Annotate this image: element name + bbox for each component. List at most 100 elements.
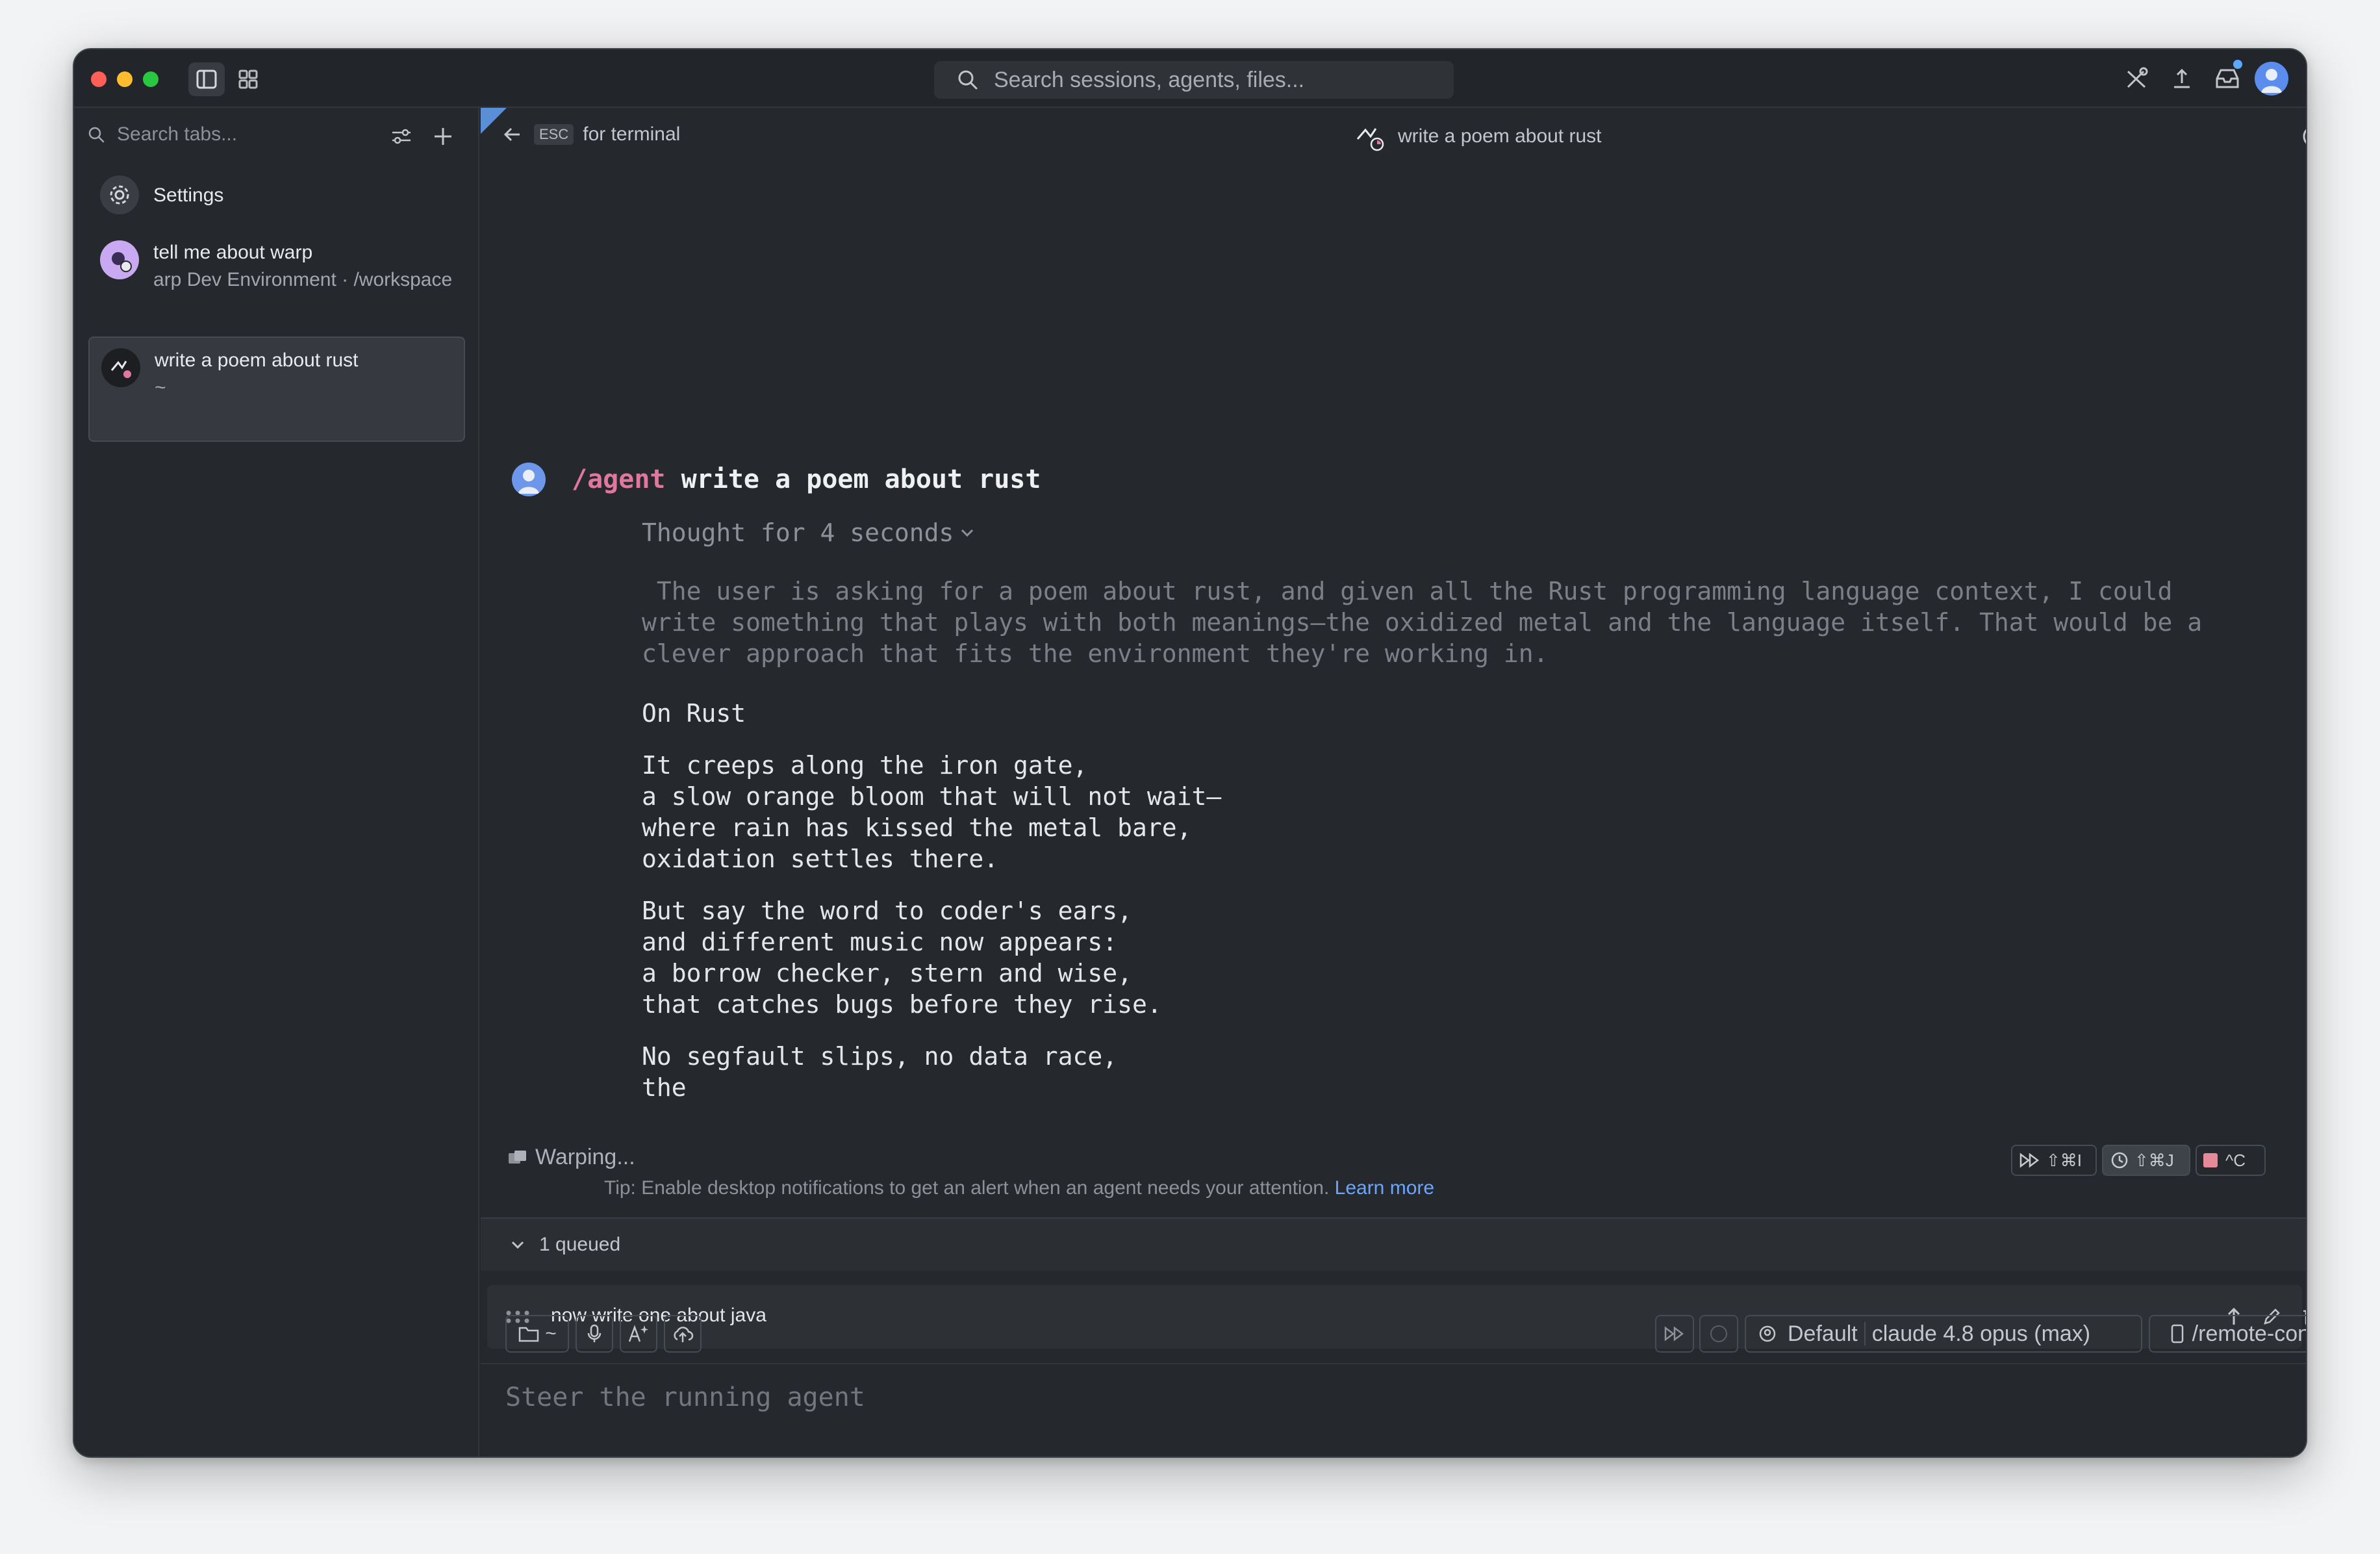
sidebar-item-write-a-poem-about-rust[interactable]: write a poem about rust ~ — [88, 337, 465, 442]
learn-more-link[interactable]: Learn more — [1335, 1177, 1434, 1199]
filter-icon — [392, 129, 411, 144]
poem-stanza-3: No segfault slips, no data race, the — [642, 1042, 1118, 1102]
arrow-left-icon — [503, 127, 520, 142]
shortcut-label: ^C — [2225, 1150, 2246, 1170]
session-title-header: write a poem about rust — [1351, 118, 1602, 155]
thought-toggle[interactable]: Thought for 4 seconds — [642, 518, 977, 547]
tab-search-input[interactable]: Search tabs... — [87, 123, 237, 146]
tools-icon — [2127, 67, 2148, 88]
app-window: Search sessions, agents, files... Search… — [73, 48, 2307, 1458]
tools-button[interactable] — [2118, 60, 2155, 97]
new-tab-button[interactable] — [427, 121, 459, 152]
circle-icon — [1710, 1325, 1727, 1342]
queue-label: 1 queued — [539, 1234, 621, 1255]
global-search-input[interactable]: Search sessions, agents, files... — [934, 61, 1454, 99]
folder-icon — [518, 1327, 539, 1342]
agent-icon — [1356, 128, 1384, 151]
session-title-text: write a poem about rust — [1398, 125, 1602, 147]
upload-icon — [2174, 68, 2190, 88]
stop-button[interactable]: ^C — [2196, 1145, 2266, 1176]
sidebar-item-label: Settings — [153, 185, 224, 206]
auto-approve-button[interactable] — [1655, 1315, 1694, 1353]
fast-forward-icon — [1664, 1326, 1684, 1342]
tip-text: Tip: Enable desktop notifications to get… — [604, 1177, 1434, 1199]
grid-icon — [238, 70, 258, 89]
poem-title: On Rust — [642, 699, 746, 728]
title-bar: Search sessions, agents, files... — [74, 49, 2306, 108]
phone-icon — [2171, 1324, 2183, 1344]
profile-button[interactable] — [2253, 60, 2290, 97]
tab-search-placeholder: Search tabs... — [117, 123, 238, 145]
sparkle-text-icon — [628, 1325, 648, 1342]
chevron-down-icon — [511, 1241, 524, 1249]
tip-message: Tip: Enable desktop notifications to get… — [604, 1177, 1335, 1199]
poem-stanza-2: But say the word to coder's ears, and di… — [642, 897, 1162, 1019]
avatar — [512, 463, 546, 496]
session-title: tell me about warp — [153, 242, 313, 263]
esc-key-badge: ESC — [534, 124, 574, 145]
zoom-window-button[interactable] — [143, 71, 158, 87]
session-subtitle: arp Dev Environment · /workspace — [153, 269, 453, 290]
sidebar-item-tell-me-about-warp[interactable]: tell me about warp arp Dev Environment ·… — [88, 229, 465, 305]
user-prompt: /agent write a poem about rust — [512, 463, 1041, 496]
back-label: for terminal — [583, 123, 681, 145]
prompt-body: write a poem about rust — [665, 465, 1041, 494]
search-icon — [88, 127, 105, 143]
directory-button[interactable]: ~ — [505, 1315, 569, 1353]
agent-command: /agent — [572, 465, 666, 494]
upload-button[interactable] — [2163, 60, 2201, 97]
filter-button[interactable] — [386, 121, 417, 152]
inbox-icon — [2216, 69, 2239, 88]
avatar — [2255, 62, 2288, 96]
cloud-upload-icon — [674, 1327, 694, 1342]
microphone-icon — [587, 1324, 601, 1342]
background-button[interactable]: ⇧⌘J — [2102, 1145, 2190, 1176]
user-icon — [2261, 69, 2282, 93]
grid-view-button[interactable] — [230, 62, 266, 96]
notification-dot — [2233, 60, 2242, 69]
fast-forward-button[interactable]: ⇧⌘I — [2011, 1145, 2097, 1176]
back-to-terminal-button[interactable]: ESC for terminal — [503, 123, 680, 146]
info-button[interactable] — [2298, 121, 2306, 152]
minimize-window-button[interactable] — [117, 71, 133, 87]
sidebar: Search tabs... Settings tell me about wa… — [74, 108, 479, 1457]
remote-control-label: /remote-control — [2192, 1321, 2307, 1346]
user-icon — [518, 470, 539, 494]
thinking-text: The user is asking for a poem about rust… — [642, 577, 2203, 668]
fast-forward-icon — [2019, 1153, 2040, 1168]
session-subtitle: ~ — [155, 377, 166, 398]
gear-icon — [100, 175, 139, 214]
queue-header[interactable]: 1 queued — [481, 1217, 2306, 1271]
steer-input[interactable]: Steer the running agent — [481, 1363, 2306, 1457]
toggle-sidebar-button[interactable] — [188, 62, 225, 96]
agent-icon — [100, 240, 139, 279]
search-icon — [958, 70, 978, 90]
status-text: Warping... — [535, 1145, 635, 1169]
sidebar-item-settings[interactable]: Settings — [88, 166, 465, 223]
divider — [1864, 1322, 1866, 1345]
prompt-text: /agent write a poem about rust — [572, 465, 1041, 494]
close-window-button[interactable] — [91, 71, 107, 87]
steer-input-placeholder: Steer the running agent — [505, 1382, 865, 1412]
thought-label: Thought for 4 seconds — [642, 518, 954, 547]
shortcut-label: ⇧⌘I — [2046, 1150, 2082, 1170]
ai-format-button[interactable] — [620, 1315, 657, 1353]
directory-label: ~ — [545, 1323, 557, 1344]
remote-control-button[interactable]: /remote-control — [2149, 1315, 2307, 1353]
cloud-upload-button[interactable] — [664, 1315, 702, 1353]
model-selector[interactable]: Default claude 4.8 opus (max) — [1745, 1315, 2142, 1353]
shortcut-label: ⇧⌘J — [2134, 1150, 2174, 1170]
status-indicator: Warping... — [507, 1145, 635, 1170]
status-circle-button[interactable] — [1699, 1315, 1738, 1353]
pane-header: ESC for terminal write a poem about rust — [481, 108, 2306, 162]
warp-icon — [509, 1150, 526, 1164]
agent-conversation-pane: ESC for terminal write a poem about rust… — [481, 108, 2307, 1457]
chevron-down-icon — [961, 529, 974, 537]
clock-icon — [2111, 1152, 2128, 1169]
stop-icon — [2203, 1153, 2218, 1167]
poem-stanza-1: It creeps along the iron gate, a slow or… — [642, 751, 1222, 873]
session-title: write a poem about rust — [155, 350, 359, 371]
profile-icon — [1759, 1325, 1776, 1342]
voice-input-button[interactable] — [576, 1315, 613, 1353]
agent-icon — [101, 348, 140, 387]
